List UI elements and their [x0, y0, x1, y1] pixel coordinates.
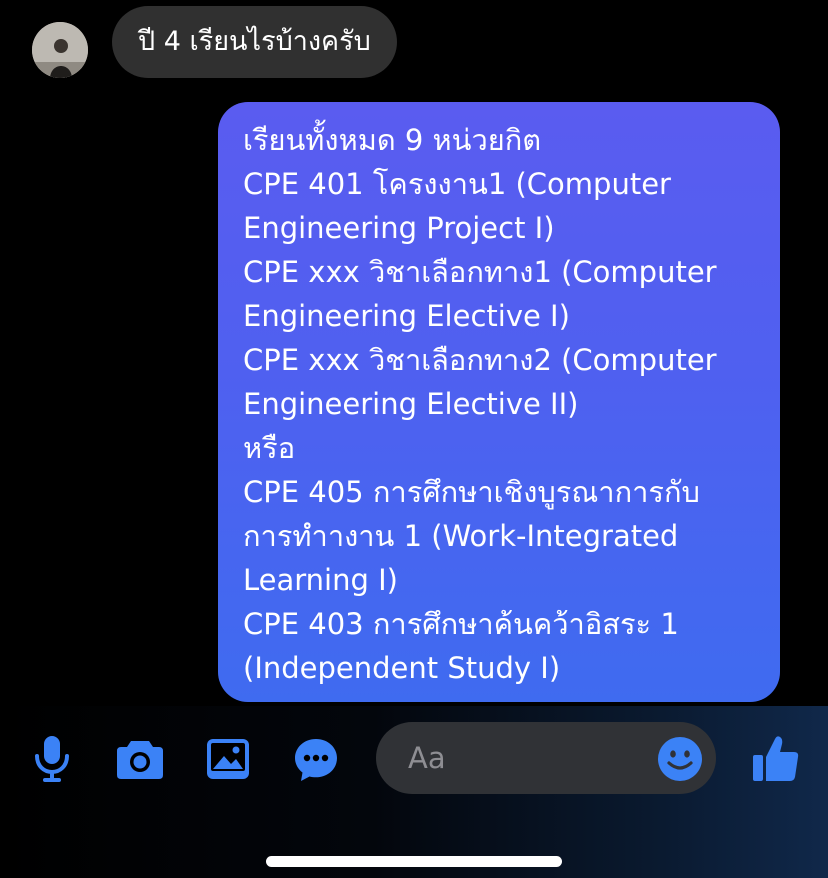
message-line: Engineering Elective I) [243, 299, 570, 333]
messenger-chat-screen: ปี 4 เรียนไรบ้างครับ เรียนทั้งหมด 9 หน่ว… [0, 0, 828, 878]
camera-button[interactable] [114, 736, 166, 782]
smiley-icon [658, 737, 702, 781]
person-photo-icon [32, 22, 88, 78]
image-icon [207, 739, 249, 779]
message-line: (Independent Study I) [243, 651, 561, 685]
chat-bubble-icon [295, 739, 337, 781]
outgoing-message-bubble[interactable]: เรียนทั้งหมด 9 หน่วยกิต CPE 401 โครงงาน1… [218, 102, 780, 702]
emoji-button[interactable] [656, 735, 704, 783]
like-button[interactable] [750, 732, 802, 784]
incoming-message-bubble[interactable]: ปี 4 เรียนไรบ้างครับ [112, 6, 397, 78]
message-line: การทำางาน 1 (Work-Integrated [243, 519, 679, 553]
message-line: Engineering Project I) [243, 211, 555, 245]
message-input-placeholder: Aa [408, 741, 446, 775]
message-line: หรือ [243, 431, 296, 465]
gallery-button[interactable] [204, 736, 252, 782]
message-line: CPE 401 โครงงาน1 (Computer [243, 167, 671, 201]
message-line: CPE xxx วิชาเลือกทาง1 (Computer [243, 255, 717, 289]
message-line: เรียนทั้งหมด 9 หน่วยกิต [243, 123, 542, 157]
microphone-icon [35, 736, 69, 782]
more-options-button[interactable] [292, 736, 340, 784]
camera-icon [117, 741, 163, 779]
home-indicator [266, 856, 562, 867]
contact-avatar[interactable] [32, 22, 88, 78]
message-line: CPE xxx วิชาเลือกทาง2 (Computer [243, 343, 717, 377]
message-line: CPE 403 การศึกษาค้นคว้าอิสระ 1 [243, 607, 679, 641]
message-line: Learning I) [243, 563, 398, 597]
message-input[interactable]: Aa [376, 722, 716, 794]
microphone-button[interactable] [30, 734, 74, 784]
message-composer-bar: Aa [0, 706, 828, 878]
message-line: Engineering Elective II) [243, 387, 579, 421]
incoming-message-text: ปี 4 เรียนไรบ้างครับ [138, 26, 371, 57]
thumbs-up-icon [753, 736, 799, 781]
message-line: CPE 405 การศึกษาเชิงบูรณาการกับ [243, 475, 700, 509]
